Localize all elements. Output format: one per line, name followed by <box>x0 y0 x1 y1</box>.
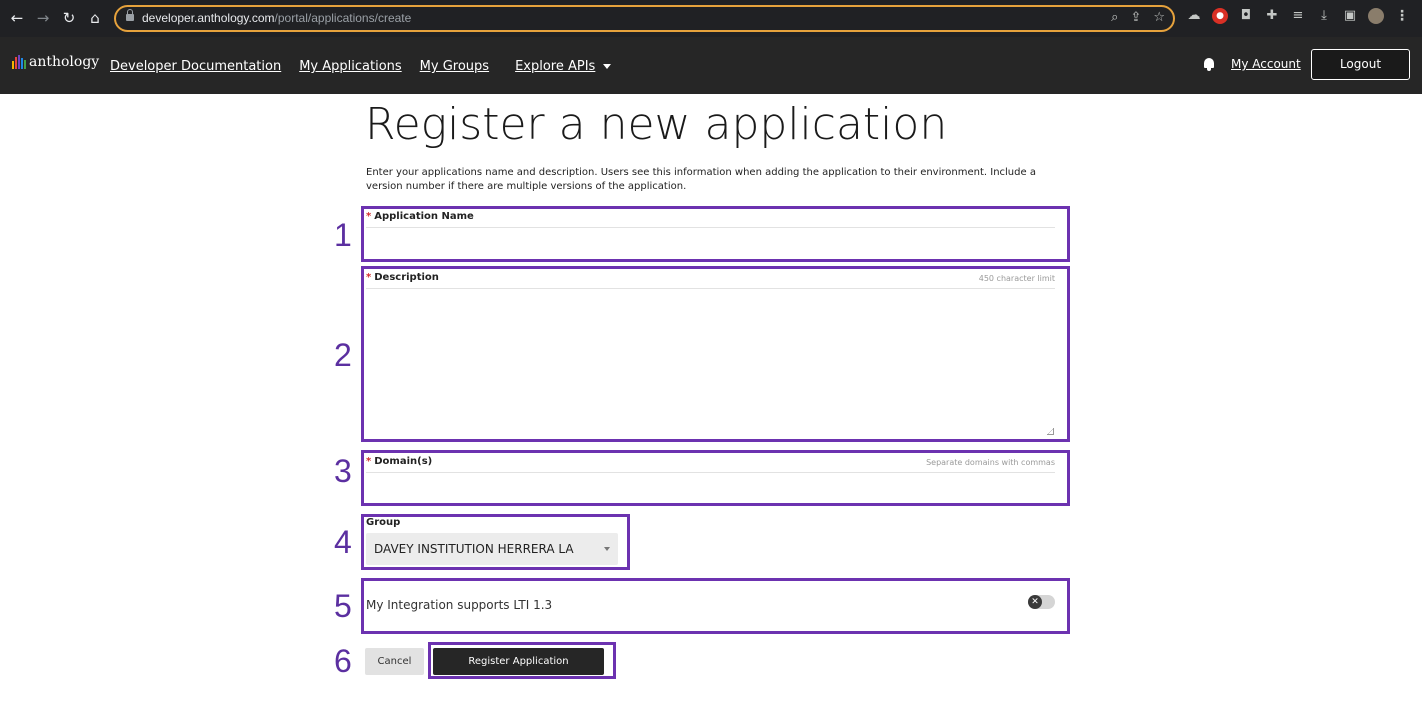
annotation-number-4: 4 <box>334 524 352 560</box>
forward-arrow-icon[interactable]: → <box>34 9 52 27</box>
reading-list-icon[interactable]: ≡ <box>1290 8 1306 24</box>
profile-avatar[interactable] <box>1368 8 1384 24</box>
nav-explore-apis-label: Explore APIs <box>515 59 596 74</box>
register-application-button[interactable]: Register Application <box>433 648 604 675</box>
annotation-number-2: 2 <box>334 337 352 373</box>
site-header: anthology Developer Documentation My App… <box>0 37 1422 94</box>
anthology-logo[interactable]: anthology <box>12 55 99 69</box>
nav-explore-apis[interactable]: Explore APIs <box>515 59 612 74</box>
domains-label: * Domain(s) <box>366 456 432 467</box>
app-name-divider <box>366 227 1055 228</box>
page-title: Register a new application <box>365 99 948 150</box>
required-mark: * <box>366 456 372 467</box>
required-mark: * <box>366 272 372 283</box>
puzzle-icon[interactable]: ✚ <box>1264 8 1280 24</box>
url-text[interactable]: developer.anthology.com/portal/applicati… <box>142 11 411 25</box>
close-icon: ✕ <box>1028 595 1042 609</box>
domains-hint: Separate domains with commas <box>926 458 1055 467</box>
description-textarea[interactable] <box>366 292 1055 434</box>
nav-developer-documentation[interactable]: Developer Documentation <box>110 59 281 74</box>
side-panel-icon[interactable]: ▣ <box>1342 8 1358 24</box>
reload-icon[interactable]: ↻ <box>60 9 78 27</box>
domains-input[interactable] <box>366 476 1055 500</box>
my-account-link[interactable]: My Account <box>1231 57 1301 71</box>
address-bar[interactable]: developer.anthology.com/portal/applicati… <box>114 5 1175 32</box>
cancel-button[interactable]: Cancel <box>365 648 424 675</box>
zoom-icon[interactable]: ⌕ <box>1111 10 1118 25</box>
logo-bars-icon <box>12 55 26 69</box>
lock-icon[interactable] <box>126 9 134 23</box>
annotation-number-5: 5 <box>334 588 352 624</box>
bookmark-star-icon[interactable]: ☆ <box>1153 10 1165 25</box>
annotation-number-1: 1 <box>334 217 352 253</box>
resize-grip-icon[interactable] <box>1047 428 1054 435</box>
nav-my-groups[interactable]: My Groups <box>420 59 489 74</box>
description-hint: 450 character limit <box>978 274 1055 283</box>
home-icon[interactable]: ⌂ <box>86 9 104 27</box>
description-label: * Description <box>366 272 439 283</box>
logo-text: anthology <box>29 54 100 70</box>
share-icon[interactable]: ⇪ <box>1130 10 1141 25</box>
group-select[interactable]: DAVEY INSTITUTION HERRERA LA <box>366 533 618 565</box>
download-icon[interactable]: ⤓ <box>1316 8 1332 24</box>
lti-toggle-label: My Integration supports LTI 1.3 <box>366 598 553 612</box>
main-nav: Developer Documentation My Applications … <box>110 59 629 74</box>
extension-1-icon[interactable]: ☁ <box>1186 8 1202 24</box>
domains-divider <box>366 472 1055 473</box>
app-name-label: * Application Name <box>366 211 474 222</box>
annotation-number-6: 6 <box>334 643 352 679</box>
lti-toggle[interactable]: ✕ <box>1028 595 1055 609</box>
application-name-input[interactable] <box>366 231 1055 255</box>
group-label: Group <box>366 517 401 528</box>
browser-toolbar: ← → ↻ ⌂ developer.anthology.com/portal/a… <box>0 0 1422 37</box>
back-arrow-icon[interactable]: ← <box>8 9 26 27</box>
bell-icon[interactable] <box>1202 57 1216 71</box>
description-label-text: Description <box>374 272 439 283</box>
chevron-down-icon <box>604 547 610 551</box>
domains-label-text: Domain(s) <box>374 456 433 467</box>
extension-3-icon[interactable]: ◘ <box>1238 8 1254 24</box>
extension-2-icon[interactable]: ● <box>1212 8 1228 24</box>
intro-text: Enter your applications name and descrip… <box>366 167 1036 192</box>
kebab-menu-icon[interactable]: ⋮ <box>1394 8 1410 24</box>
description-divider <box>366 288 1055 289</box>
required-mark: * <box>366 211 372 222</box>
group-select-value: DAVEY INSTITUTION HERRERA LA <box>374 542 574 556</box>
nav-my-applications[interactable]: My Applications <box>299 59 401 74</box>
chevron-down-icon <box>603 64 612 69</box>
app-name-label-text: Application Name <box>374 211 474 222</box>
annotation-number-3: 3 <box>334 453 352 489</box>
logout-button[interactable]: Logout <box>1311 49 1410 80</box>
